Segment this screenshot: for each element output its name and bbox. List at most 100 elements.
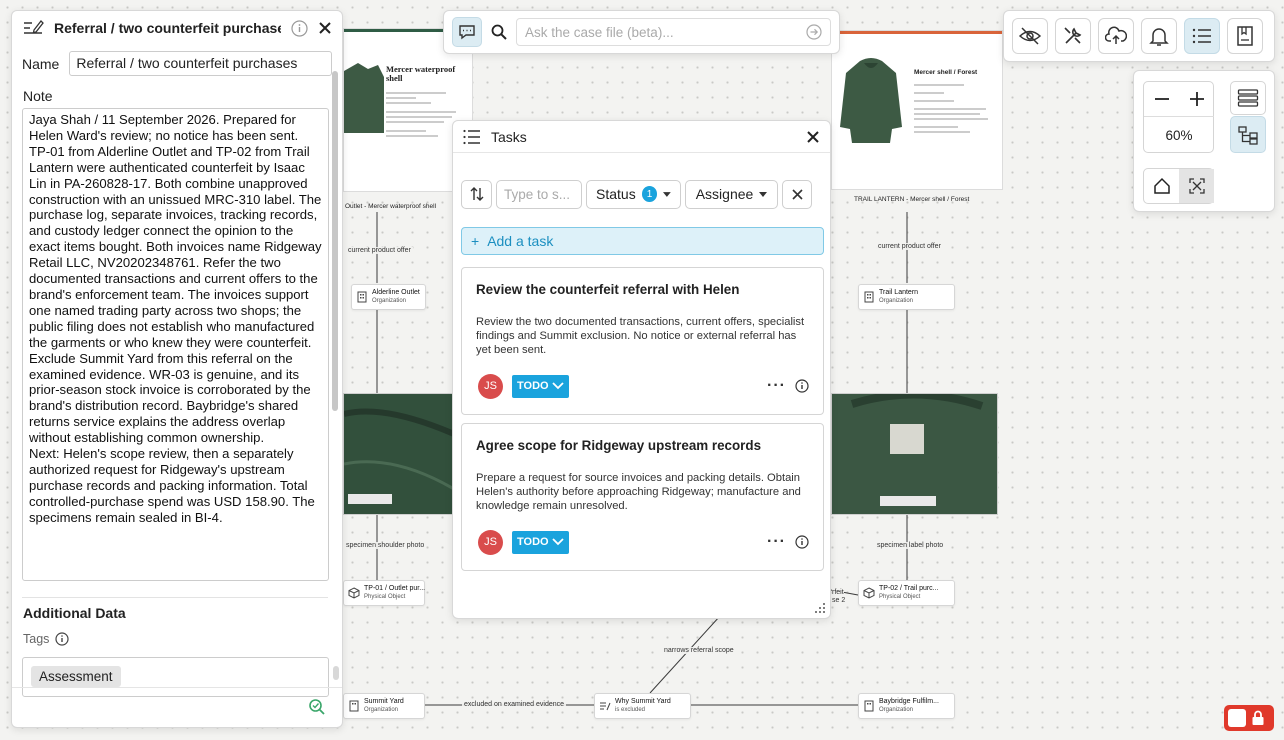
clear-filters-button[interactable] xyxy=(782,179,812,209)
node-alderline-outlet[interactable]: Alderline Outlet Organization xyxy=(351,284,426,310)
task-status-dropdown[interactable]: TODO xyxy=(512,374,569,398)
list-view-button[interactable] xyxy=(1230,81,1266,115)
sort-button[interactable] xyxy=(461,179,492,209)
chevron-down-icon xyxy=(663,191,671,197)
fabric-image xyxy=(344,408,452,504)
task-status-label: TODO xyxy=(517,380,549,392)
note-icon xyxy=(600,702,611,711)
jacket-image xyxy=(840,58,902,143)
additional-data-heading: Additional Data xyxy=(23,605,126,621)
note-scrollbar[interactable] xyxy=(332,71,338,411)
status-filter-label: Status xyxy=(596,186,636,202)
zoom-out-icon[interactable] xyxy=(1144,82,1179,116)
node-why-summit-yard[interactable]: Why Summit Yard is excluded xyxy=(594,693,691,719)
lock-toggle[interactable] xyxy=(1224,705,1274,731)
more-options-icon[interactable]: ··· xyxy=(767,533,786,551)
tag-chip[interactable]: Assessment xyxy=(31,666,121,687)
building-icon xyxy=(864,291,874,303)
node-tp-01[interactable]: TP-01 / Outlet pur... Physical Object xyxy=(343,580,425,606)
building-icon xyxy=(864,700,874,712)
info-icon[interactable] xyxy=(795,379,809,393)
node-name: Why Summit Yard xyxy=(615,698,671,705)
zoom-in-icon[interactable] xyxy=(1179,82,1214,116)
tasks-list-icon[interactable] xyxy=(1184,18,1220,54)
home-icon[interactable] xyxy=(1144,169,1179,203)
hide-eye-icon[interactable] xyxy=(1012,18,1048,54)
sort-arrows-icon xyxy=(470,187,483,201)
info-icon[interactable] xyxy=(795,535,809,549)
node-name: Alderline Outlet xyxy=(372,289,420,296)
task-footer: JS TODO ··· xyxy=(478,373,809,399)
add-task-button[interactable]: + Add a task xyxy=(461,227,824,255)
divider xyxy=(22,597,328,598)
photo-caption: specimen label photo xyxy=(875,542,946,549)
edge-label: current product offer xyxy=(876,243,943,250)
status-filter-dropdown[interactable]: Status 1 xyxy=(586,179,681,209)
assignee-filter-dropdown[interactable]: Assignee xyxy=(685,179,778,209)
document-text-lines xyxy=(386,89,462,140)
document-product-title: Mercer waterproof shell xyxy=(386,64,456,83)
avatar[interactable]: JS xyxy=(478,373,503,399)
name-field[interactable]: Referral / two counterfeit purchases xyxy=(69,51,332,76)
specimen-shoulder-photo[interactable] xyxy=(343,393,453,515)
node-tp-02[interactable]: TP-02 / Trail purc... Physical Object xyxy=(858,580,955,606)
close-icon[interactable] xyxy=(318,21,332,35)
document-card-trail-lantern[interactable]: Mercer shell / Forest xyxy=(831,30,1003,190)
task-card[interactable]: Agree scope for Ridgeway upstream record… xyxy=(461,423,824,571)
zoom-group: 60% xyxy=(1143,81,1214,153)
node-type: Organization xyxy=(879,707,914,713)
search-icon[interactable] xyxy=(486,17,512,47)
graph-view-button[interactable] xyxy=(1230,116,1266,153)
node-name: TP-02 / Trail purc... xyxy=(879,585,939,592)
avatar[interactable]: JS xyxy=(478,529,503,555)
tools-icon[interactable] xyxy=(1055,18,1091,54)
plus-icon: + xyxy=(471,233,480,249)
chevron-down-icon xyxy=(551,538,564,546)
task-status-label: TODO xyxy=(517,536,549,548)
info-icon[interactable] xyxy=(291,19,308,37)
bell-icon[interactable] xyxy=(1141,18,1177,54)
task-status-dropdown[interactable]: TODO xyxy=(512,530,569,554)
hierarchy-icon xyxy=(1238,125,1258,145)
task-filter-input[interactable]: Type to s... xyxy=(496,179,582,209)
node-baybridge[interactable]: Baybridge Fulfilm... Organization xyxy=(858,693,955,719)
case-file-search-input[interactable]: Ask the case file (beta)... xyxy=(516,18,831,46)
submit-arrow-icon[interactable] xyxy=(806,24,822,40)
task-title: Review the counterfeit referral with Hel… xyxy=(476,282,740,297)
jacket-image xyxy=(344,63,384,133)
tasks-title: Tasks xyxy=(491,128,527,145)
close-icon[interactable] xyxy=(806,130,820,144)
tags-row: Tags xyxy=(23,632,70,646)
fit-to-screen-icon[interactable] xyxy=(1179,169,1214,203)
zoom-to-node-icon[interactable] xyxy=(308,698,326,716)
panel-header: Referral / two counterfeit purchases xyxy=(12,11,342,45)
tags-info-icon[interactable] xyxy=(55,632,70,646)
name-row: Name Referral / two counterfeit purchase… xyxy=(12,51,342,76)
add-task-label: Add a task xyxy=(487,233,554,249)
task-card[interactable]: Review the counterfeit referral with Hel… xyxy=(461,267,824,415)
node-type: Organization xyxy=(364,707,399,713)
cloud-upload-icon[interactable] xyxy=(1098,18,1134,54)
chevron-down-icon xyxy=(551,382,564,390)
node-summit-yard[interactable]: Summit Yard Organization xyxy=(343,693,425,719)
more-options-icon[interactable]: ··· xyxy=(767,377,786,395)
note-edit-icon xyxy=(22,19,44,37)
building-icon xyxy=(357,291,367,303)
lock-icon xyxy=(1251,710,1265,726)
node-name: TP-01 / Outlet pur... xyxy=(364,585,426,592)
panel-scrollbar[interactable] xyxy=(333,666,339,680)
note-label: Note xyxy=(23,88,53,104)
node-type: Organization xyxy=(372,298,407,304)
node-name: Trail Lantern xyxy=(879,289,919,296)
tags-box[interactable]: Assessment xyxy=(22,657,329,697)
zoom-level: 60% xyxy=(1144,116,1214,153)
node-trail-lantern[interactable]: Trail Lantern Organization xyxy=(858,284,955,310)
view-group xyxy=(1143,168,1214,204)
chat-icon[interactable] xyxy=(452,17,482,47)
building-icon xyxy=(349,700,359,712)
specimen-label-photo[interactable] xyxy=(831,393,998,515)
entity-detail-panel: Referral / two counterfeit purchases Nam… xyxy=(11,10,343,728)
resize-handle-icon[interactable] xyxy=(814,602,826,614)
note-field[interactable]: Jaya Shah / 11 September 2026. Prepared … xyxy=(22,108,329,581)
notebook-icon[interactable] xyxy=(1227,18,1263,54)
